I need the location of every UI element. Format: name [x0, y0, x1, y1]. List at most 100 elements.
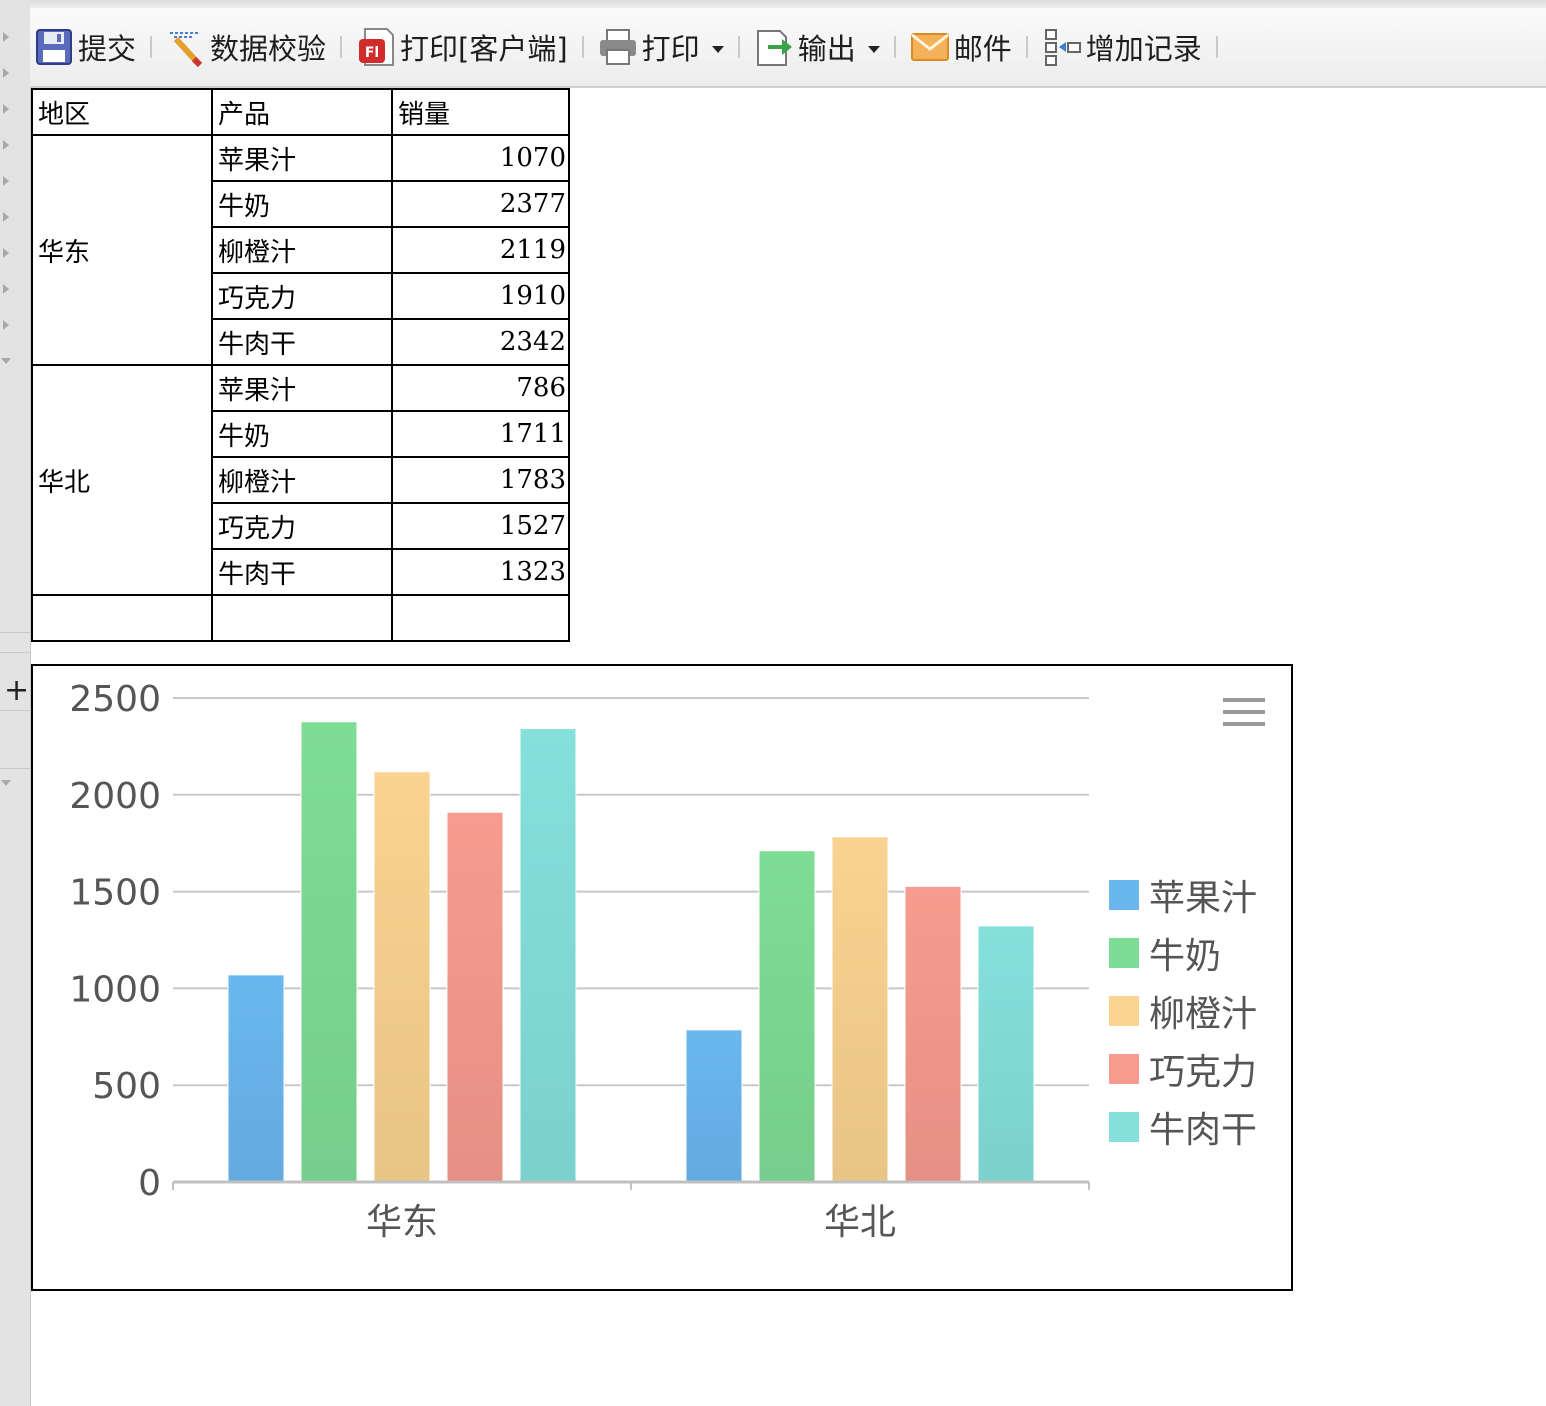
y-tick-label: 2500	[69, 679, 161, 720]
region-cell[interactable]: 华东	[31, 134, 213, 366]
empty-cell[interactable]	[31, 594, 213, 642]
sales-cell[interactable]: 2342	[391, 318, 570, 366]
y-tick-label: 1500	[69, 873, 161, 914]
bar-牛奶[interactable]	[300, 721, 358, 1183]
data-check-icon	[166, 27, 206, 67]
sales-table: 地区 产品 销量 华东 苹果汁 1070 牛奶 2377 柳橙汁 2119 巧克…	[31, 88, 570, 642]
row-expand-icon[interactable]	[3, 104, 9, 114]
menu-line	[1223, 710, 1265, 714]
bar-苹果汁[interactable]	[685, 1029, 743, 1183]
product-cell[interactable]: 牛肉干	[211, 318, 393, 366]
bar-柳橙汁[interactable]	[831, 836, 889, 1183]
chart-bars	[227, 721, 1035, 1183]
add-record-button[interactable]: 增加记录	[1038, 17, 1206, 77]
sales-cell[interactable]: 786	[391, 364, 570, 412]
toolbar-separator	[1025, 36, 1028, 58]
bar-牛奶[interactable]	[758, 850, 816, 1183]
chevron-down-icon[interactable]	[867, 45, 880, 53]
empty-cell[interactable]	[391, 594, 570, 642]
bar-柳橙汁[interactable]	[373, 771, 431, 1183]
legend-item[interactable]: 牛奶	[1109, 924, 1257, 982]
bar-牛肉干[interactable]	[977, 925, 1035, 1183]
toolbar-separator	[737, 36, 740, 58]
chart-canvas: 0 500 1000 1500 2000 2500 华东 华北	[69, 679, 1090, 1243]
row-collapse-icon[interactable]	[1, 358, 11, 364]
add-icon[interactable]: +	[4, 676, 29, 706]
bar-巧克力[interactable]	[904, 885, 962, 1183]
product-cell[interactable]: 苹果汁	[211, 364, 393, 412]
row-expand-icon[interactable]	[3, 32, 9, 42]
table-header-row: 地区 产品 销量	[31, 88, 570, 136]
x-tick-label: 华东	[366, 1202, 438, 1243]
export-label: 输出	[797, 32, 856, 66]
legend-label: 巧克力	[1149, 1052, 1258, 1093]
chart-menu-icon[interactable]	[1223, 698, 1265, 732]
print-button[interactable]: 打印	[594, 17, 728, 77]
legend-swatch	[1109, 996, 1139, 1026]
header-product: 产品	[211, 88, 393, 136]
gutter-divider	[0, 652, 30, 653]
submit-label: 提交	[78, 32, 137, 66]
row-expand-icon[interactable]	[3, 176, 9, 186]
row-expand-icon[interactable]	[3, 140, 9, 150]
legend-swatch	[1109, 1112, 1139, 1142]
product-cell[interactable]: 牛肉干	[211, 548, 393, 596]
row-expand-icon[interactable]	[3, 248, 9, 258]
add-record-label: 增加记录	[1085, 32, 1202, 66]
bar-苹果汁[interactable]	[227, 974, 285, 1183]
chart-legend: 苹果汁牛奶 柳橙汁巧克力牛肉干	[1109, 866, 1257, 1156]
legend-item[interactable]: 柳橙汁	[1109, 982, 1257, 1040]
legend-item[interactable]: 苹果汁	[1109, 866, 1257, 924]
toolbar-separator	[893, 36, 896, 58]
toolbar: 提交 数据校验 Fl 打印[客户端] 打印 输出 邮件 增加记录	[30, 8, 1546, 88]
region-cell[interactable]: 华北	[31, 364, 213, 596]
empty-cell[interactable]	[211, 594, 393, 642]
print-client-button[interactable]: Fl 打印[客户端]	[352, 17, 572, 77]
row-expand-icon[interactable]	[3, 284, 9, 294]
row-expand-icon[interactable]	[3, 212, 9, 222]
header-region: 地区	[31, 88, 213, 136]
sales-cell[interactable]: 1070	[391, 134, 570, 182]
legend-label: 苹果汁	[1149, 878, 1258, 919]
sales-cell[interactable]: 2119	[391, 226, 570, 274]
menu-line	[1223, 722, 1265, 726]
product-cell[interactable]: 巧克力	[211, 272, 393, 320]
svg-text:Fl: Fl	[365, 45, 379, 61]
bar-牛肉干[interactable]	[519, 728, 577, 1183]
chevron-down-icon[interactable]	[711, 45, 724, 53]
submit-button[interactable]: 提交	[30, 17, 140, 77]
data-check-label: 数据校验	[210, 32, 327, 66]
y-tick-label: 0	[138, 1163, 161, 1204]
toolbar-separator	[340, 36, 343, 58]
product-cell[interactable]: 牛奶	[211, 410, 393, 458]
row-expand-icon[interactable]	[3, 68, 9, 78]
legend-item[interactable]: 牛肉干	[1109, 1098, 1257, 1156]
toolbar-separator	[150, 36, 153, 58]
sales-cell[interactable]: 1527	[391, 502, 570, 550]
mail-button[interactable]: 邮件	[906, 17, 1016, 77]
sales-cell[interactable]: 1910	[391, 272, 570, 320]
row-expand-icon[interactable]	[3, 320, 9, 330]
toolbar-separator	[581, 36, 584, 58]
product-cell[interactable]: 苹果汁	[211, 134, 393, 182]
gutter-divider	[0, 710, 30, 711]
sales-cell[interactable]: 1711	[391, 410, 570, 458]
row-collapse-icon[interactable]	[1, 780, 11, 786]
y-tick-label: 500	[92, 1066, 161, 1107]
sales-cell[interactable]: 1783	[391, 456, 570, 504]
product-cell[interactable]: 柳橙汁	[211, 226, 393, 274]
save-icon	[34, 27, 74, 67]
top-strip	[30, 0, 1546, 8]
mail-label: 邮件	[953, 32, 1012, 66]
sales-cell[interactable]: 2377	[391, 180, 570, 228]
y-tick-label: 2000	[69, 776, 161, 817]
table-row-empty	[31, 594, 570, 642]
sales-cell[interactable]: 1323	[391, 548, 570, 596]
product-cell[interactable]: 柳橙汁	[211, 456, 393, 504]
product-cell[interactable]: 巧克力	[211, 502, 393, 550]
data-check-button[interactable]: 数据校验	[162, 17, 330, 77]
product-cell[interactable]: 牛奶	[211, 180, 393, 228]
export-button[interactable]: 输出	[750, 17, 884, 77]
bar-巧克力[interactable]	[446, 811, 504, 1183]
legend-item[interactable]: 巧克力	[1109, 1040, 1257, 1098]
